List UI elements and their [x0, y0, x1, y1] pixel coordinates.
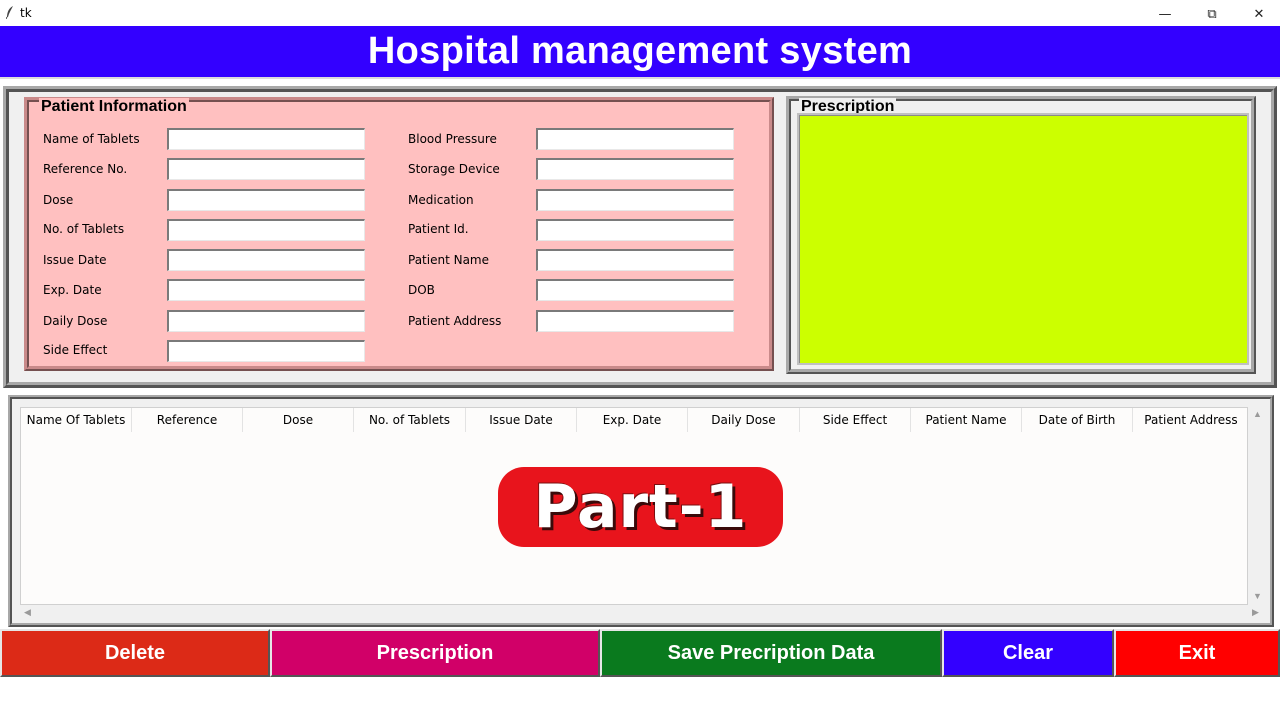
page-title: Hospital management system — [367, 30, 913, 72]
vertical-scrollbar[interactable]: ▲ ▼ — [1250, 407, 1264, 605]
close-button[interactable]: ✕ — [1236, 3, 1280, 25]
no-of-tablets-input[interactable] — [167, 219, 365, 241]
maximize-button[interactable]: ⧉ — [1189, 3, 1235, 25]
arrow-down-icon[interactable]: ▼ — [1253, 591, 1262, 601]
table-header: Name Of Tablets Reference Dose No. of Ta… — [21, 408, 1249, 432]
field-label-blood-pressure: Blood Pressure — [408, 132, 497, 146]
field-label-patient-address: Patient Address — [408, 314, 502, 328]
delete-button[interactable]: Delete — [0, 629, 270, 677]
arrow-right-icon[interactable]: ▶ — [1252, 607, 1259, 618]
column-header-patient-address[interactable]: Patient Address — [1133, 408, 1249, 432]
column-header-reference[interactable]: Reference — [132, 408, 243, 432]
daily-dose-input[interactable] — [167, 310, 365, 332]
name-of-tablets-input[interactable] — [167, 128, 365, 150]
app-header: Hospital management system — [0, 26, 1280, 79]
column-header-dose[interactable]: Dose — [243, 408, 354, 432]
field-label-patient-id: Patient Id. — [408, 222, 469, 236]
column-header-side-effect[interactable]: Side Effect — [800, 408, 911, 432]
field-label-storage-device: Storage Device — [408, 162, 500, 176]
column-header-exp-date[interactable]: Exp. Date — [577, 408, 688, 432]
column-header-patient-name[interactable]: Patient Name — [911, 408, 1022, 432]
issue-date-input[interactable] — [167, 249, 365, 271]
field-label-side-effect: Side Effect — [43, 343, 108, 357]
medication-input[interactable] — [536, 189, 734, 211]
side-effect-input[interactable] — [167, 340, 365, 362]
column-header-daily-dose[interactable]: Daily Dose — [688, 408, 800, 432]
field-label-patient-name: Patient Name — [408, 253, 489, 267]
column-header-date-of-birth[interactable]: Date of Birth — [1022, 408, 1133, 432]
dose-input[interactable] — [167, 189, 365, 211]
field-label-dose: Dose — [43, 193, 74, 207]
feather-icon — [6, 6, 13, 19]
patient-information-frame: Patient Information Name of Tablets Refe… — [24, 97, 774, 371]
column-header-no-of-tablets[interactable]: No. of Tablets — [354, 408, 466, 432]
prescription-textarea[interactable] — [797, 113, 1249, 365]
patient-name-input[interactable] — [536, 249, 734, 271]
field-label-exp-date: Exp. Date — [43, 283, 102, 297]
storage-device-input[interactable] — [536, 158, 734, 180]
minimize-button[interactable]: — — [1142, 3, 1188, 25]
field-label-no-of-tablets: No. of Tablets — [43, 222, 125, 236]
field-label-daily-dose: Daily Dose — [43, 314, 108, 328]
part-badge: Part-1 — [498, 467, 783, 547]
clear-button[interactable]: Clear — [942, 629, 1114, 677]
patient-address-input[interactable] — [536, 310, 734, 332]
field-label-name-of-tablets: Name of Tablets — [43, 132, 140, 146]
part-badge-text: Part-1 — [533, 472, 748, 542]
dob-input[interactable] — [536, 279, 734, 301]
column-header-name-of-tablets[interactable]: Name Of Tablets — [21, 408, 132, 432]
field-label-reference-no: Reference No. — [43, 162, 128, 176]
prescription-button[interactable]: Prescription — [270, 629, 600, 677]
exp-date-input[interactable] — [167, 279, 365, 301]
prescription-frame: Prescription — [786, 96, 1256, 374]
column-header-issue-date[interactable]: Issue Date — [466, 408, 577, 432]
exit-button[interactable]: Exit — [1114, 629, 1280, 677]
window-title: tk — [20, 6, 32, 20]
blood-pressure-input[interactable] — [536, 128, 734, 150]
horizontal-scrollbar[interactable]: ◀ ▶ — [20, 605, 1264, 621]
arrow-left-icon[interactable]: ◀ — [24, 607, 31, 618]
patient-information-label: Patient Information — [39, 98, 189, 116]
save-prescription-data-button[interactable]: Save Precription Data — [600, 629, 942, 677]
patient-id-input[interactable] — [536, 219, 734, 241]
field-label-issue-date: Issue Date — [43, 253, 107, 267]
field-label-medication: Medication — [408, 193, 474, 207]
window-titlebar: tk — ⧉ ✕ — [0, 0, 1280, 26]
reference-no-input[interactable] — [167, 158, 365, 180]
field-label-dob: DOB — [408, 283, 435, 297]
arrow-up-icon[interactable]: ▲ — [1253, 409, 1262, 419]
